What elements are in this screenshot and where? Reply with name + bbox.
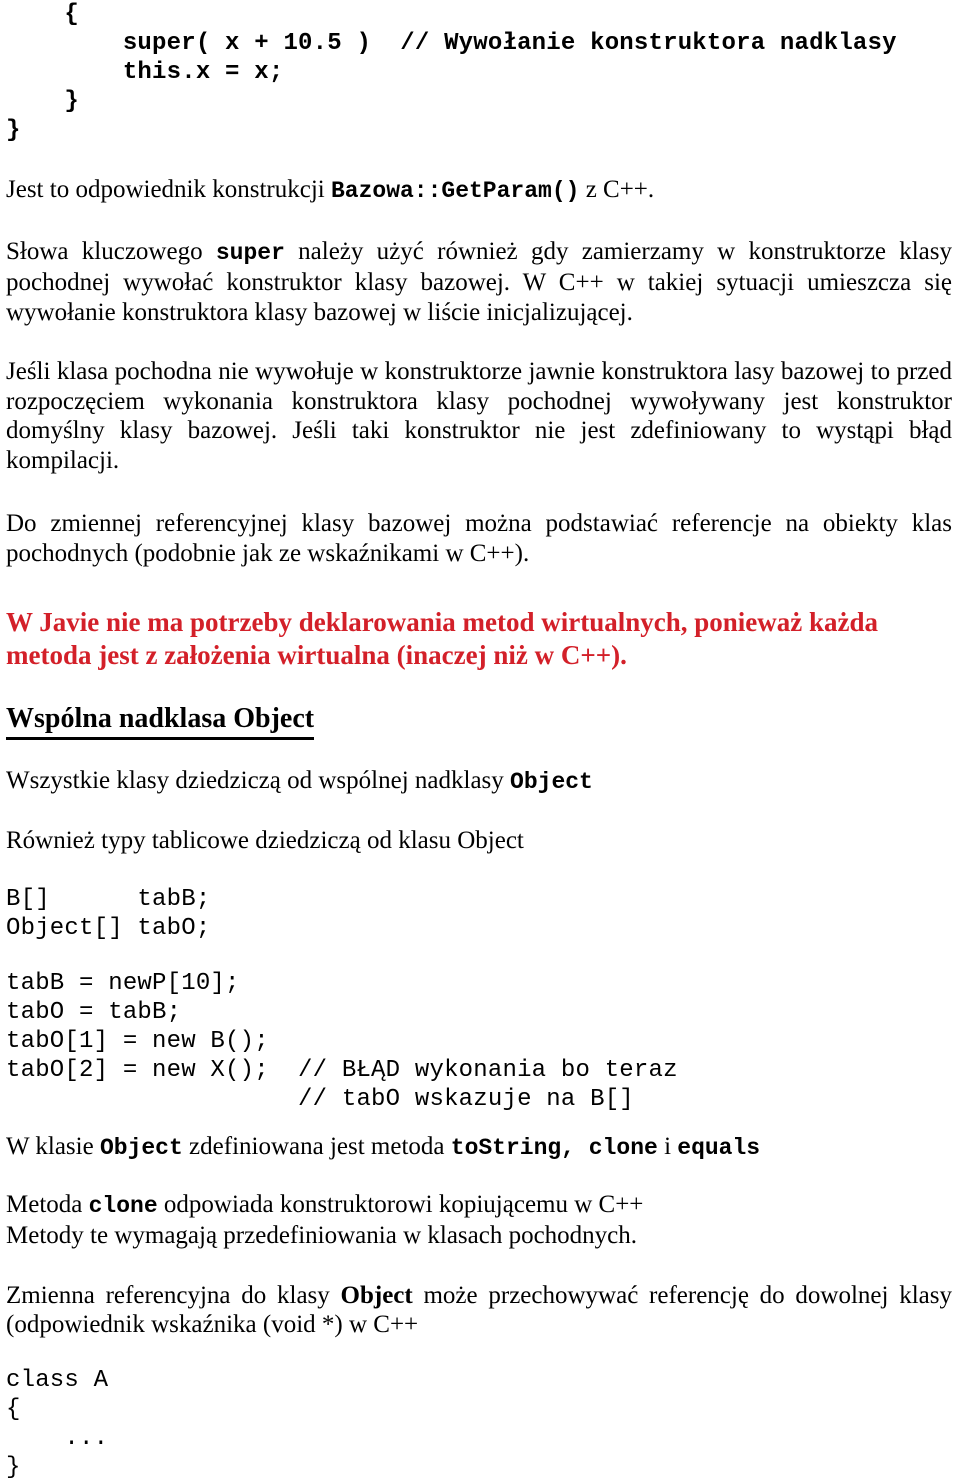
paragraph-slowa-kluczowego-super: Słowa kluczowego super należy użyć równi… bbox=[6, 237, 952, 328]
red-note-metody-wirtualne: W Javie nie ma potrzeby deklarowania met… bbox=[6, 607, 879, 670]
paragraph-bazowa-getparam: Jest to odpowiednik konstrukcji Bazowa::… bbox=[6, 175, 952, 207]
paragraph-bazowa-getparam-after: z C++. bbox=[579, 176, 655, 203]
paragraph-clone-before: Metoda bbox=[6, 1190, 89, 1218]
code-block-super-constructor: { super( x + 10.5 ) // Wywołanie konstru… bbox=[6, 1, 897, 144]
paragraph-zmienna-referencyjna-bazowa: Do zmiennej referencyjnej klasy bazowej … bbox=[6, 510, 952, 567]
paragraph-w-klasie-p3: i bbox=[657, 1133, 678, 1160]
paragraph-w-klasie-p2: zdefiniowana jest metoda bbox=[182, 1133, 451, 1160]
inline-code-object-1: Object bbox=[510, 769, 593, 795]
paragraph-w-klasie-p1: W klasie bbox=[6, 1133, 100, 1160]
paragraph-zmienna-object-before: Zmienna referencyjna do klasy bbox=[6, 1281, 341, 1309]
paragraph-bazowa-getparam-before: Jest to odpowiednik konstrukcji bbox=[6, 176, 331, 203]
inline-bold-object: Object bbox=[340, 1281, 413, 1309]
inline-code-equals: equals bbox=[677, 1135, 761, 1161]
paragraph-metody-przedefiniowanie: Metody te wymagają przedefiniowania w kl… bbox=[6, 1222, 638, 1249]
paragraph-metoda-clone: Metoda clone odpowiada konstruktorowi ko… bbox=[6, 1190, 952, 1222]
code-block-array-declarations: B[] tabB; Object[] tabO; bbox=[6, 886, 211, 942]
heading-wspolna-nadklasa-object: Wspólna nadklasa Object bbox=[6, 702, 315, 740]
paragraph-wszystkie-before: Wszystkie klasy dziedziczą od wspólnej n… bbox=[6, 767, 511, 794]
paragraph-w-klasie-object-metody: W klasie Object zdefiniowana jest metoda… bbox=[6, 1132, 952, 1164]
paragraph-super-before: Słowa kluczowego bbox=[6, 237, 216, 265]
inline-code-tostring-clone: toString, clone bbox=[450, 1135, 658, 1161]
paragraph-clone-after: odpowiada konstruktorowi kopiującemu w C… bbox=[157, 1190, 644, 1218]
paragraph-wszystkie-klasy-dziedzicza: Wszystkie klasy dziedziczą od wspólnej n… bbox=[6, 766, 952, 798]
code-block-array-assignments: tabB = newP[10]; tabO = tabB; tabO[1] = … bbox=[6, 970, 678, 1113]
document-page: { super( x + 10.5 ) // Wywołanie konstru… bbox=[0, 0, 960, 1481]
paragraph-zmienna-referencyjna-object: Zmienna referencyjna do klasy Object moż… bbox=[6, 1281, 952, 1340]
inline-code-object-2: Object bbox=[99, 1135, 183, 1161]
paragraph-typy-tablicowe: Również typy tablicowe dziedziczą od kla… bbox=[6, 826, 524, 854]
inline-code-super: super bbox=[215, 239, 285, 266]
inline-code-clone: clone bbox=[88, 1192, 158, 1219]
paragraph-domyslny-konstruktor: Jeśli klasa pochodna nie wywołuje w kons… bbox=[6, 358, 952, 474]
code-block-class-a: class A { ... } bbox=[6, 1366, 109, 1481]
inline-code-bazowa-getparam: Bazowa::GetParam() bbox=[330, 178, 580, 204]
heading-wrapper: Wspólna nadklasa Object bbox=[6, 702, 952, 740]
